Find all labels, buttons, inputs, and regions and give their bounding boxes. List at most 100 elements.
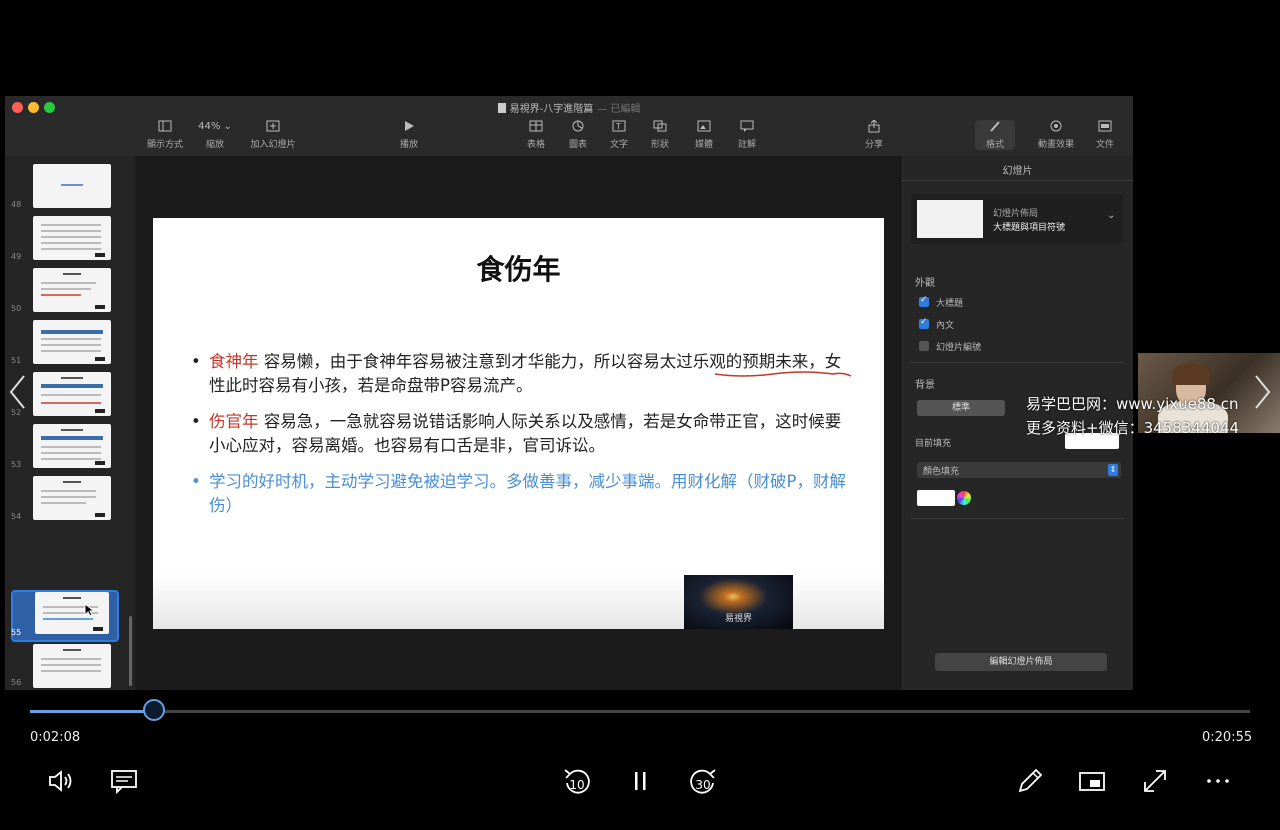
slide[interactable]: 食伤年 • 食神年 容易懒，由于食神年容易被注意到才华能力，所以容易太过乐观的预… <box>153 218 884 629</box>
document-label: 文件 <box>1095 140 1114 150</box>
more-icon <box>1207 779 1229 783</box>
slide-thumbnail[interactable] <box>33 216 111 260</box>
play-button[interactable]: 播放 <box>377 120 441 150</box>
slide-title[interactable]: 食伤年 <box>153 248 884 288</box>
share-label: 分享 <box>864 140 883 150</box>
text-label: 文字 <box>609 140 628 150</box>
table-label: 表格 <box>526 140 545 150</box>
edit-slide-layout-button[interactable]: 編輯幻燈片佈局 <box>935 653 1107 671</box>
slide-thumbnail[interactable] <box>33 476 111 520</box>
progress-fill <box>30 710 154 713</box>
chart-label: 圖表 <box>568 140 587 150</box>
slide-thumbnail[interactable] <box>33 268 111 312</box>
layout-label: 幻燈片佈局 <box>993 209 1039 219</box>
bullet-dot: • <box>191 472 201 491</box>
share-icon <box>842 120 906 134</box>
pause-icon <box>635 772 646 790</box>
bullet-item[interactable]: • 学习的好时机，主动学习避免被迫学习。多做善事，减少事端。用财化解（财破P，财… <box>191 470 856 518</box>
current-time: 0:02:08 <box>30 730 81 745</box>
comment-label: 註解 <box>737 140 756 150</box>
subtitles-icon <box>111 770 137 795</box>
document-file-icon <box>497 103 506 113</box>
slide-thumbnail[interactable] <box>33 164 111 208</box>
add-slide-button[interactable]: 加入幻燈片 <box>241 120 305 150</box>
standard-background-button[interactable]: 標準 <box>917 400 1005 416</box>
window-toolbar: 易視界-八字進階篇 — 已編輯 顯示方式 44% ⌄ 縮放 加入幻燈片 播放 表格… <box>5 96 1133 157</box>
slide-number-checkbox[interactable] <box>919 341 929 351</box>
body-checkbox-label: 內文 <box>936 321 955 331</box>
layout-thumbnail <box>917 200 983 238</box>
skip-forward-button[interactable]: 30 <box>688 766 718 796</box>
slide-thumbnail[interactable] <box>33 644 111 688</box>
slide-number: 54 <box>11 512 22 521</box>
share-button[interactable]: 分享 <box>842 120 906 150</box>
layout-name: 大標題與項目符號 <box>993 223 1066 233</box>
title-checkbox[interactable] <box>919 295 929 307</box>
skip-back-seconds: 10 <box>569 778 585 792</box>
zoom-dropdown[interactable]: 44% ⌄ 縮放 <box>183 120 247 150</box>
svg-text:T: T <box>615 122 621 131</box>
bullet-dot: • <box>191 352 201 371</box>
divider <box>911 362 1124 363</box>
comment-button[interactable]: 註解 <box>715 120 779 150</box>
more-options-button[interactable] <box>1203 766 1233 796</box>
slide-thumbnail-active[interactable] <box>35 592 109 634</box>
slide-thumbnail[interactable] <box>33 372 111 416</box>
fill-type-value: 顏色填充 <box>923 467 960 477</box>
play-icon <box>377 120 441 134</box>
next-arrow-icon[interactable] <box>1252 374 1272 418</box>
fullscreen-button[interactable] <box>1140 766 1170 796</box>
previous-arrow-icon[interactable] <box>8 374 28 418</box>
divider <box>901 180 1133 181</box>
slide-thumbnail[interactable] <box>33 424 111 468</box>
document-button[interactable]: 文件 <box>1073 120 1133 150</box>
slide-number: 53 <box>11 460 22 469</box>
slide-number: 51 <box>11 356 22 365</box>
annotate-button[interactable] <box>1015 766 1045 796</box>
slide-layout-picker[interactable]: 幻燈片佈局 大標題與項目符號 ⌄ <box>911 194 1123 244</box>
window-title-status: — 已編輯 <box>597 104 641 115</box>
skip-forward-seconds: 30 <box>695 778 711 792</box>
fill-color-well[interactable] <box>917 490 955 506</box>
select-arrows-icon: ⇕ <box>1108 464 1118 476</box>
keynote-window: 易視界-八字進階篇 — 已編輯 顯示方式 44% ⌄ 縮放 加入幻燈片 播放 表格… <box>5 96 1133 690</box>
picture-in-picture-icon <box>1079 772 1105 791</box>
play-label: 播放 <box>399 140 418 150</box>
progress-handle[interactable] <box>143 699 165 721</box>
comment-icon <box>715 120 779 134</box>
earth-sunrise-image[interactable]: 易視界 <box>684 575 793 629</box>
format-button[interactable]: 格式 <box>975 120 1015 150</box>
pen-icon <box>1018 768 1043 793</box>
title-checkbox-label: 大標題 <box>936 299 964 309</box>
divider <box>911 518 1124 519</box>
slide-thumbnail[interactable] <box>33 320 111 364</box>
slide-canvas: 食伤年 • 食神年 容易懒，由于食神年容易被注意到才华能力，所以容易太过乐观的预… <box>135 156 900 690</box>
slide-number: 50 <box>11 304 22 313</box>
format-label: 格式 <box>985 140 1004 150</box>
bullet-heading: 伤官年 <box>209 412 259 431</box>
fill-type-select[interactable]: 顏色填充 ⇕ <box>917 462 1121 478</box>
subtitles-button[interactable] <box>109 766 139 796</box>
color-wheel-icon[interactable] <box>957 491 971 505</box>
total-time: 0:20:55 <box>1202 730 1253 745</box>
document-icon <box>1073 120 1133 134</box>
pause-button[interactable] <box>625 766 655 796</box>
bullet-item[interactable]: • 伤官年 容易急，一急就容易说错话影响人际关系以及感情，若是女命带正官，这时候… <box>191 410 856 458</box>
slide-navigator: 48 49 50 51 52 53 54 55 56 <box>5 156 135 690</box>
body-checkbox[interactable] <box>919 317 929 329</box>
progress-track[interactable] <box>30 710 1250 713</box>
expand-icon <box>1144 770 1166 792</box>
zoom-label: 縮放 <box>205 140 224 150</box>
image-logo-text: 易視界 <box>724 614 752 624</box>
appearance-label: 外觀 <box>915 278 935 289</box>
mini-player-button[interactable] <box>1077 766 1107 796</box>
zoom-value: 44% ⌄ <box>198 121 232 132</box>
bullet-dot: • <box>191 412 201 431</box>
add-slide-icon <box>241 120 305 134</box>
sidebar-scrollbar[interactable] <box>129 616 132 686</box>
animate-label: 動畫效果 <box>1037 140 1074 150</box>
current-fill-label: 目前填充 <box>915 439 952 449</box>
skip-back-button[interactable]: 10 <box>562 766 592 796</box>
bullet-heading: 食神年 <box>209 352 259 371</box>
volume-button[interactable] <box>46 766 76 796</box>
